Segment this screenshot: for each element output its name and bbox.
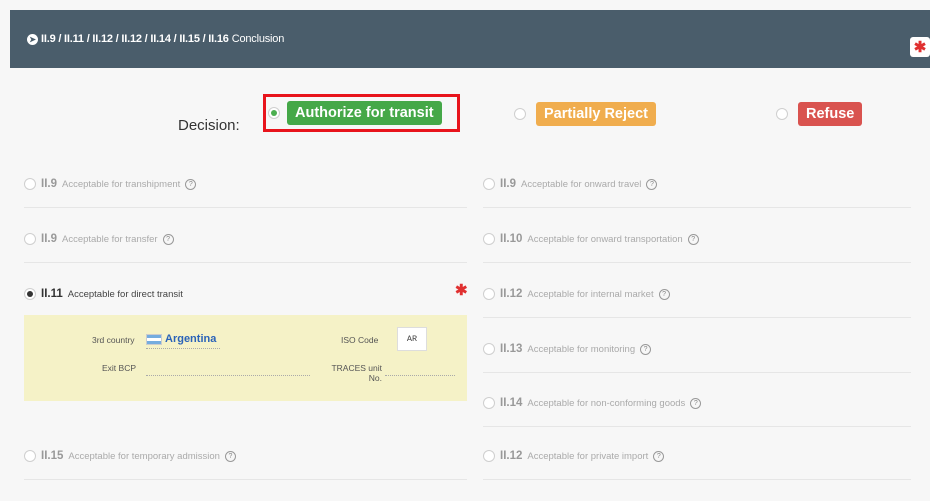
decision-refuse-option[interactable]: Refuse [776,102,863,126]
option-radio[interactable] [24,450,36,462]
divider [24,479,467,480]
section-header: ➤ II.9 / II.11 / II.12 / II.12 / II.14 /… [10,10,930,68]
option-label: Acceptable for private import [527,450,649,462]
option-private-import[interactable]: II.12 Acceptable for private import ? [483,450,665,462]
section-codes: II.9 / II.11 / II.12 / II.12 / II.14 / I… [41,33,229,45]
traces-unit-label-line1: TRACES unit [331,363,382,373]
section-title[interactable]: ➤ II.9 / II.11 / II.12 / II.12 / II.14 /… [27,33,284,45]
help-icon[interactable]: ? [658,288,670,300]
help-icon[interactable]: ? [646,178,658,190]
third-country-value[interactable]: Argentina [146,333,216,345]
help-icon[interactable]: ? [690,397,702,409]
option-radio[interactable] [24,178,36,190]
divider [483,262,911,263]
option-code: II.12 [500,450,523,462]
refuse-radio[interactable] [776,108,788,120]
option-internal-market[interactable]: II.12 Acceptable for internal market ? [483,288,670,300]
option-code: II.15 [41,450,64,462]
option-onward-travel[interactable]: II.9 Acceptable for onward travel ? [483,178,658,190]
option-non-conforming-goods[interactable]: II.14 Acceptable for non-conforming good… [483,397,702,409]
option-radio[interactable] [483,450,495,462]
help-icon[interactable]: ? [687,233,699,245]
option-code: II.13 [500,343,523,355]
partially-reject-button[interactable]: Partially Reject [536,102,656,126]
conclusion-panel [10,68,930,501]
iso-code-label: ISO Code [341,335,379,345]
refuse-button[interactable]: Refuse [798,102,863,126]
argentina-flag-icon [146,333,162,345]
third-country-underline [146,348,220,349]
option-code: II.9 [500,178,516,190]
option-label: Acceptable for direct transit [67,288,183,300]
exit-bcp-label: Exit BCP [102,363,137,373]
help-icon[interactable]: ? [653,450,665,462]
help-icon[interactable]: ? [162,233,174,245]
option-code: II.11 [41,288,63,300]
help-icon[interactable]: ? [185,178,197,190]
option-code: II.14 [500,397,523,409]
option-monitoring[interactable]: II.13 Acceptable for monitoring ? [483,343,652,355]
divider [24,207,467,208]
option-label: Acceptable for onward transportation [527,233,683,245]
option-code: II.9 [41,233,57,245]
option-label: Acceptable for transhipment [61,178,181,190]
option-transfer[interactable]: II.9 Acceptable for transfer ? [24,233,174,245]
option-radio[interactable] [483,178,495,190]
third-country-text: Argentina [165,333,217,345]
option-code: II.12 [500,288,523,300]
divider [483,372,911,373]
divider [24,262,467,263]
option-code: II.9 [41,178,57,190]
traces-unit-label-line2: No. [368,373,382,383]
option-label: Acceptable for transfer [61,233,158,245]
exit-bcp-field[interactable] [146,375,310,376]
option-radio[interactable] [24,288,36,300]
circle-arrow-right-icon: ➤ [27,33,38,45]
divider [483,317,911,318]
option-transhipment[interactable]: II.9 Acceptable for transhipment ? [24,178,197,190]
option-label: Acceptable for onward travel [520,178,642,190]
option-radio[interactable] [24,233,36,245]
divider [483,426,911,427]
asterisk-icon: ✱ [910,37,930,57]
required-asterisk-icon: ✱ [455,282,468,299]
option-temporary-admission[interactable]: II.15 Acceptable for temporary admission… [24,450,236,462]
option-label: Acceptable for internal market [527,288,654,300]
traces-unit-label: TRACES unit No. [331,363,382,383]
traces-unit-field[interactable] [385,375,455,376]
iso-code-field[interactable]: AR [397,327,427,351]
decision-label: Decision: [178,117,240,134]
option-code: II.10 [500,233,523,245]
decision-partially-reject-option[interactable]: Partially Reject [514,102,656,126]
option-radio[interactable] [483,397,495,409]
divider [483,479,911,480]
option-radio[interactable] [483,343,495,355]
option-radio[interactable] [483,233,495,245]
help-icon[interactable]: ? [640,343,652,355]
divider [483,207,911,208]
help-icon[interactable]: ? [224,450,236,462]
option-label: Acceptable for temporary admission [68,450,220,462]
option-radio[interactable] [483,288,495,300]
partially-reject-radio[interactable] [514,108,526,120]
option-label: Acceptable for monitoring [527,343,636,355]
option-label: Acceptable for non-conforming goods [527,397,686,409]
third-country-label: 3rd country [92,335,135,345]
section-title-text: Conclusion [231,33,285,45]
highlight-box [263,94,460,132]
option-onward-transportation[interactable]: II.10 Acceptable for onward transportati… [483,233,699,245]
option-direct-transit[interactable]: II.11 Acceptable for direct transit [24,288,183,300]
